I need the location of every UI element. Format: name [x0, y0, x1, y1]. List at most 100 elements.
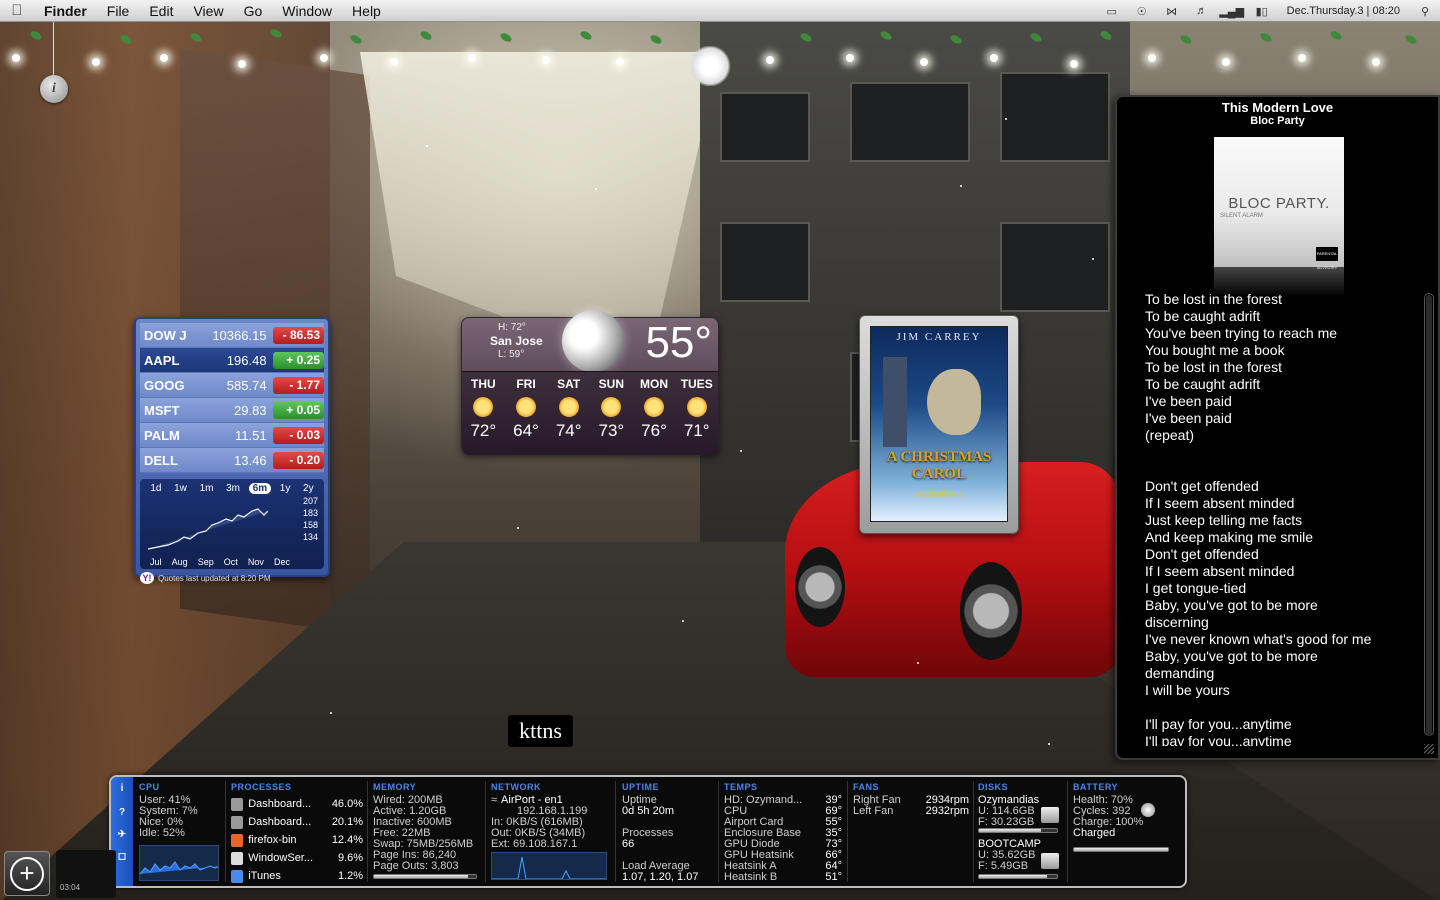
christmas-garland	[0, 22, 1440, 86]
lyric-line: I will be yours	[1145, 682, 1230, 698]
weather-widget[interactable]: H: 72° San Jose L: 59° 55° THU 72° FRI 64° S…	[461, 310, 719, 455]
lyric-line	[1145, 444, 1415, 461]
lyric-line: To be caught adrift	[1145, 376, 1261, 392]
stock-month: Oct	[223, 557, 238, 567]
divider	[485, 781, 486, 882]
mini-player-time: 03:04	[60, 883, 81, 892]
stock-row[interactable]: AAPL 196.48 + 0.25	[140, 348, 324, 373]
stock-row[interactable]: PALM 11.51 - 0.03	[140, 423, 324, 448]
istat-uptime: UPTIME Uptime 0d 5h 20m Processes 66 Loa…	[622, 782, 718, 885]
menu-edit[interactable]: Edit	[139, 0, 183, 22]
menu-view[interactable]: View	[183, 0, 233, 22]
lyric-line: I've been paid	[1145, 410, 1232, 426]
forecast-temp: 72°	[470, 421, 497, 440]
network-graph	[491, 852, 607, 880]
stock-range-1w[interactable]: 1w	[170, 483, 191, 494]
airplane-icon[interactable]: ✈	[116, 829, 128, 841]
processes-count: 66	[622, 838, 635, 850]
lyric-line: You've been trying to reach me	[1145, 325, 1338, 341]
stock-y-tick: 134	[302, 532, 318, 542]
info-icon[interactable]: i	[116, 783, 128, 795]
stock-row[interactable]: DELL 13.46 - 0.20	[140, 448, 324, 473]
info-button-string	[53, 22, 54, 75]
stock-change[interactable]: + 0.05	[272, 401, 324, 419]
menu-file[interactable]: File	[97, 0, 140, 22]
menu-clock[interactable]: Dec.Thursday.3 | 08:20	[1277, 5, 1410, 17]
spotlight-icon[interactable]: ⚲	[1410, 5, 1440, 18]
stock-change[interactable]: - 0.20	[272, 451, 324, 469]
dashboard-add-button[interactable]: +	[4, 851, 50, 896]
dashboard-icon	[231, 797, 244, 811]
memory-bar	[373, 874, 477, 879]
ribbon-bow-icon	[688, 46, 732, 86]
stock-change[interactable]: - 0.03	[272, 426, 324, 444]
process-name: iTunes	[248, 870, 281, 882]
stocks-widget[interactable]: DOW J 10366.15 - 86.53 AAPL 196.48 + 0.25 GOOG…	[134, 317, 330, 584]
istat-disks: DISKS Ozymandias U: 114.6GB F: 30.23GB B…	[978, 782, 1064, 885]
forecast-day: TUES 71°	[675, 372, 718, 455]
stock-range-3m[interactable]: 3m	[222, 483, 244, 494]
stock-change[interactable]: + 0.25	[272, 351, 324, 369]
cpu-graph	[139, 845, 219, 881]
forecast-day: FRI 64°	[505, 372, 548, 455]
battery-icon[interactable]: ▮▯	[1247, 5, 1277, 18]
divider	[367, 781, 368, 882]
wifi-icon: ≈	[491, 794, 498, 806]
menu-window[interactable]: Window	[272, 0, 342, 22]
stock-row[interactable]: GOOG 585.74 - 1.77	[140, 373, 324, 398]
lyrics-widget[interactable]: This Modern Love Bloc Party BLOC PARTY. …	[1115, 95, 1440, 760]
stock-range-1d[interactable]: 1d	[146, 483, 165, 494]
temp-row: Heatsink B 51°	[724, 872, 842, 883]
stock-range-6m[interactable]: 6m	[248, 482, 272, 494]
stock-symbol: PALM	[144, 427, 180, 443]
stock-change[interactable]: - 86.53	[272, 326, 324, 344]
stock-row[interactable]: DOW J 10366.15 - 86.53	[140, 323, 324, 348]
stock-x-axis: Jul Aug Sep Oct Nov Dec	[150, 557, 290, 567]
stock-change[interactable]: - 1.77	[272, 376, 324, 394]
menu-help[interactable]: Help	[342, 0, 391, 22]
fans-list: Right Fan 2934rpm Left Fan 2932rpm	[853, 795, 969, 817]
sun-icon	[601, 397, 622, 417]
istat-battery: BATTERY Health: 70% Cycles: 392 Charge: …	[1073, 782, 1181, 885]
scrollbar-thumb[interactable]	[1426, 295, 1432, 736]
movie-poster-widget[interactable]: JIM CARREY A CHRISTMAS CAROL NOVEMBER 6	[859, 315, 1019, 534]
forecast-day-name: SUN	[598, 377, 625, 391]
istat-memory: MEMORY Wired: 200MB Active: 1.20GB Inact…	[373, 782, 481, 885]
mirror-icon[interactable]: ▭	[1097, 5, 1127, 18]
stock-month: Sep	[197, 557, 214, 567]
stock-row[interactable]: MSFT 29.83 + 0.05	[140, 398, 324, 423]
stock-range-1y[interactable]: 1y	[276, 483, 295, 494]
lyrics-scrollbar[interactable]	[1424, 293, 1434, 736]
istat-processes: PROCESSES Dashboard... 46.0% Dashboard... 2…	[231, 782, 363, 885]
stock-range-selector: 1d 1w 1m 3m 6m 1y 2y	[144, 481, 320, 495]
headphones-icon[interactable]: ☉	[1127, 5, 1157, 18]
window-icon[interactable]: ◻	[116, 851, 128, 863]
yahoo-icon[interactable]: Y!	[140, 572, 154, 584]
stock-range-1m[interactable]: 1m	[196, 483, 218, 494]
process-cpu: 12.4%	[331, 833, 364, 846]
lyric-line: To be lost in the forest	[1145, 359, 1282, 375]
apple-icon[interactable]: 	[0, 2, 34, 19]
bowtie-icon[interactable]: ⋈	[1157, 5, 1187, 18]
forecast-temp: 76°	[641, 421, 667, 440]
menu-finder[interactable]: Finder	[34, 0, 97, 22]
poster-title: A CHRISTMAS CAROL	[886, 449, 992, 482]
resize-grip-icon[interactable]	[1424, 744, 1434, 754]
signal-icon[interactable]: ▂▄▆	[1217, 5, 1247, 18]
istat-fans: FANS Right Fan 2934rpm Left Fan 2932rpm	[853, 782, 969, 885]
istat-pro-widget[interactable]: i ? ✈ ◻ CPU User: 41% System: 7% Nice: 0…	[109, 775, 1187, 888]
info-icon[interactable]: i	[40, 75, 68, 103]
stock-list: DOW J 10366.15 - 86.53 AAPL 196.48 + 0.25 GOOG…	[140, 323, 324, 473]
building-window	[1000, 72, 1110, 162]
sun-icon	[558, 397, 579, 417]
sun-icon	[644, 397, 665, 417]
fan-speed: 2932rpm	[925, 805, 969, 817]
lyric-line	[1145, 461, 1415, 478]
battery-status: Charged	[1073, 827, 1116, 839]
stock-range-2y[interactable]: 2y	[299, 483, 318, 494]
building-window	[720, 222, 810, 302]
menu-go[interactable]: Go	[234, 0, 273, 22]
process-row: WindowSer... 9.6%	[231, 849, 363, 867]
volume-icon[interactable]: ♬	[1187, 5, 1217, 17]
help-icon[interactable]: ?	[116, 807, 128, 819]
